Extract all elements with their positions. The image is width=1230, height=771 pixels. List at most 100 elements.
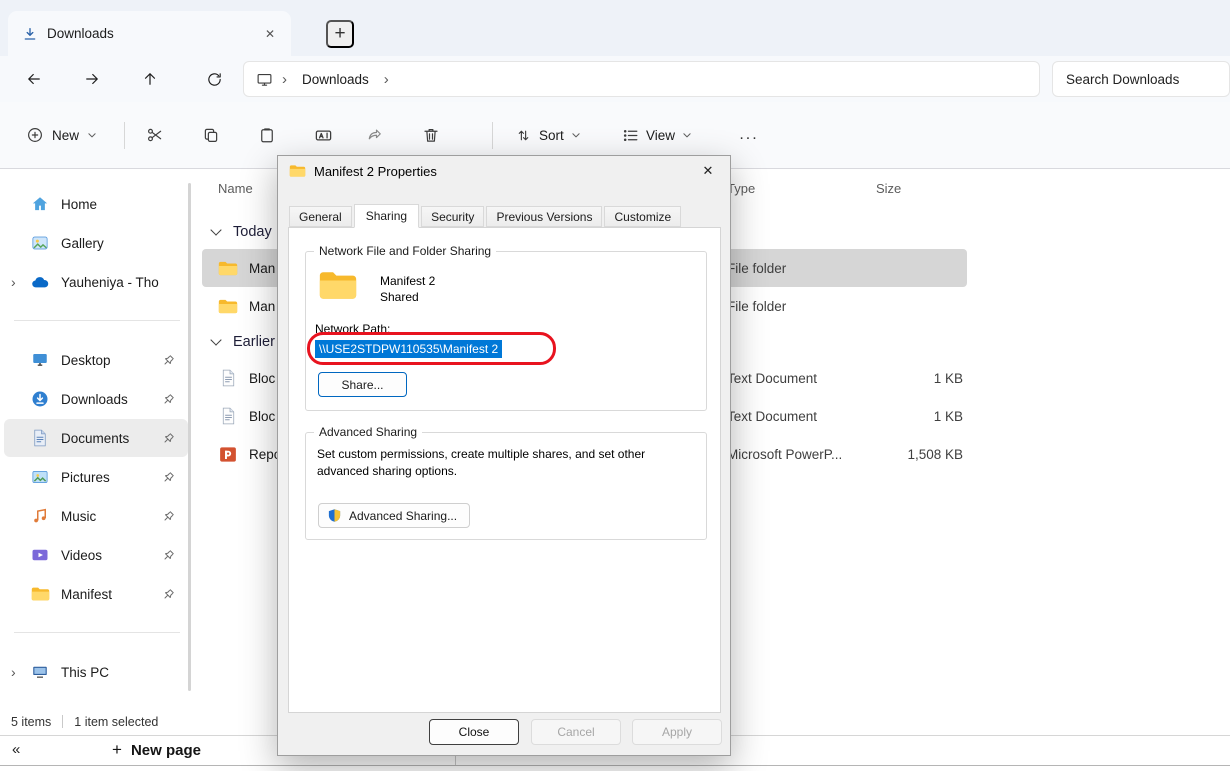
pin-icon <box>163 393 175 405</box>
sidebar-item-this-pc[interactable]: › This PC <box>4 653 188 691</box>
apply-button[interactable]: Apply <box>632 719 722 745</box>
dialog-titlebar[interactable]: Manifest 2 Properties ✕ <box>278 156 730 186</box>
sidebar-item-music[interactable]: Music <box>4 497 188 535</box>
pictures-icon <box>28 468 52 486</box>
new-button[interactable]: New <box>14 115 109 155</box>
address-bar[interactable]: › Downloads › <box>243 61 1040 97</box>
rename-button[interactable] <box>303 115 343 155</box>
new-label: New <box>52 128 79 143</box>
status-divider <box>62 715 63 728</box>
desktop-icon <box>28 351 52 369</box>
breadcrumb-chevron-icon[interactable]: › <box>282 71 287 88</box>
column-header-type[interactable]: Type <box>727 181 755 196</box>
network-path-value[interactable]: \\USE2STDPW110535\Manifest 2 <box>315 340 502 358</box>
sort-label: Sort <box>539 128 564 143</box>
sidebar-scrollbar[interactable] <box>188 183 191 691</box>
breadcrumb-downloads[interactable]: Downloads <box>296 69 375 90</box>
folder-icon <box>289 164 306 178</box>
file-type: File folder <box>727 299 877 314</box>
sidebar-item-onedrive[interactable]: › Yauheniya - Tho <box>4 263 188 301</box>
pin-icon <box>163 588 175 600</box>
sidebar-item-downloads[interactable]: Downloads <box>4 380 188 418</box>
item-count: 5 items <box>11 715 51 729</box>
cut-button[interactable] <box>135 115 175 155</box>
sidebar-item-videos[interactable]: Videos <box>4 536 188 574</box>
monitor-icon <box>256 71 273 88</box>
up-button[interactable] <box>131 60 169 98</box>
videos-icon <box>28 546 52 564</box>
downloads-icon <box>28 390 52 408</box>
sidebar-item-desktop[interactable]: Desktop <box>4 341 188 379</box>
forward-button[interactable] <box>73 60 111 98</box>
close-tab-button[interactable]: ✕ <box>257 21 283 47</box>
breadcrumb-chevron-icon[interactable]: › <box>384 71 389 88</box>
navigation-bar: › Downloads › Search Downloads <box>0 56 1230 102</box>
new-page-button[interactable]: + New page <box>112 740 201 760</box>
view-label: View <box>646 128 675 143</box>
network-path-label: Network Path: <box>315 322 390 336</box>
tab-customize[interactable]: Customize <box>604 206 681 227</box>
paste-button[interactable] <box>247 115 287 155</box>
tab-downloads[interactable]: Downloads ✕ <box>8 11 291 56</box>
sidebar-item-label: Pictures <box>61 470 110 485</box>
expand-chevron-icon[interactable]: › <box>11 274 28 290</box>
music-icon <box>28 507 52 525</box>
column-header-name[interactable]: Name <box>218 181 253 196</box>
search-input[interactable]: Search Downloads <box>1052 61 1230 97</box>
new-tab-button[interactable]: + <box>326 20 354 48</box>
delete-button[interactable] <box>411 115 451 155</box>
tab-security[interactable]: Security <box>421 206 484 227</box>
sidebar-item-pictures[interactable]: Pictures <box>4 458 188 496</box>
cancel-button[interactable]: Cancel <box>531 719 621 745</box>
group-title: Network File and Folder Sharing <box>314 244 496 258</box>
sort-button[interactable]: Sort <box>505 115 591 155</box>
close-button[interactable]: Close <box>429 719 519 745</box>
new-page-label: New page <box>131 742 201 759</box>
tab-general[interactable]: General <box>289 206 352 227</box>
advanced-sharing-label: Advanced Sharing... <box>349 509 457 523</box>
onedrive-cloud-icon <box>28 275 52 289</box>
refresh-icon <box>206 71 223 88</box>
column-header-size[interactable]: Size <box>876 181 901 196</box>
window-edge <box>0 765 1230 766</box>
back-button[interactable] <box>15 60 53 98</box>
toolbar-divider <box>124 122 125 149</box>
uac-shield-icon <box>327 508 342 523</box>
copy-button[interactable] <box>191 115 231 155</box>
more-options-button[interactable]: ... <box>731 115 767 155</box>
advanced-sharing-description: Set custom permissions, create multiple … <box>317 446 689 480</box>
folder-icon <box>28 586 52 602</box>
sidebar-item-documents[interactable]: Documents <box>4 419 188 457</box>
search-placeholder: Search Downloads <box>1066 72 1179 87</box>
refresh-button[interactable] <box>195 60 233 98</box>
share-button-toolbar[interactable] <box>355 115 395 155</box>
expand-chevron-icon[interactable]: › <box>11 664 28 680</box>
pin-icon <box>163 432 175 444</box>
group-label: Earlier <box>233 334 275 350</box>
chevron-down-icon <box>682 130 692 140</box>
tab-sharing[interactable]: Sharing <box>354 204 419 228</box>
trash-icon <box>422 126 440 144</box>
paste-icon <box>258 126 276 144</box>
advanced-sharing-button[interactable]: Advanced Sharing... <box>318 503 470 528</box>
share-button[interactable]: Share... <box>318 372 407 397</box>
dialog-close-icon[interactable]: ✕ <box>692 159 724 183</box>
shared-folder-name: Manifest 2 <box>380 274 435 288</box>
sidebar-item-label: Yauheniya - Tho <box>61 275 159 290</box>
plus-icon: + <box>112 740 122 760</box>
tab-previous-versions[interactable]: Previous Versions <box>486 206 602 227</box>
file-type: File folder <box>727 261 877 276</box>
folder-icon <box>216 298 240 315</box>
folder-icon <box>216 260 240 277</box>
download-icon <box>22 26 38 42</box>
sidebar-item-manifest[interactable]: Manifest <box>4 575 188 613</box>
sidebar-item-label: Videos <box>61 548 102 563</box>
rename-icon <box>314 126 333 145</box>
sidebar-item-gallery[interactable]: Gallery <box>4 224 188 262</box>
sidebar-item-home[interactable]: Home <box>4 185 188 223</box>
sidebar-item-label: Documents <box>61 431 129 446</box>
gallery-icon <box>28 234 52 252</box>
view-button[interactable]: View <box>612 115 702 155</box>
collapse-pane-button[interactable]: « <box>12 741 20 758</box>
sidebar-item-label: This PC <box>61 665 109 680</box>
